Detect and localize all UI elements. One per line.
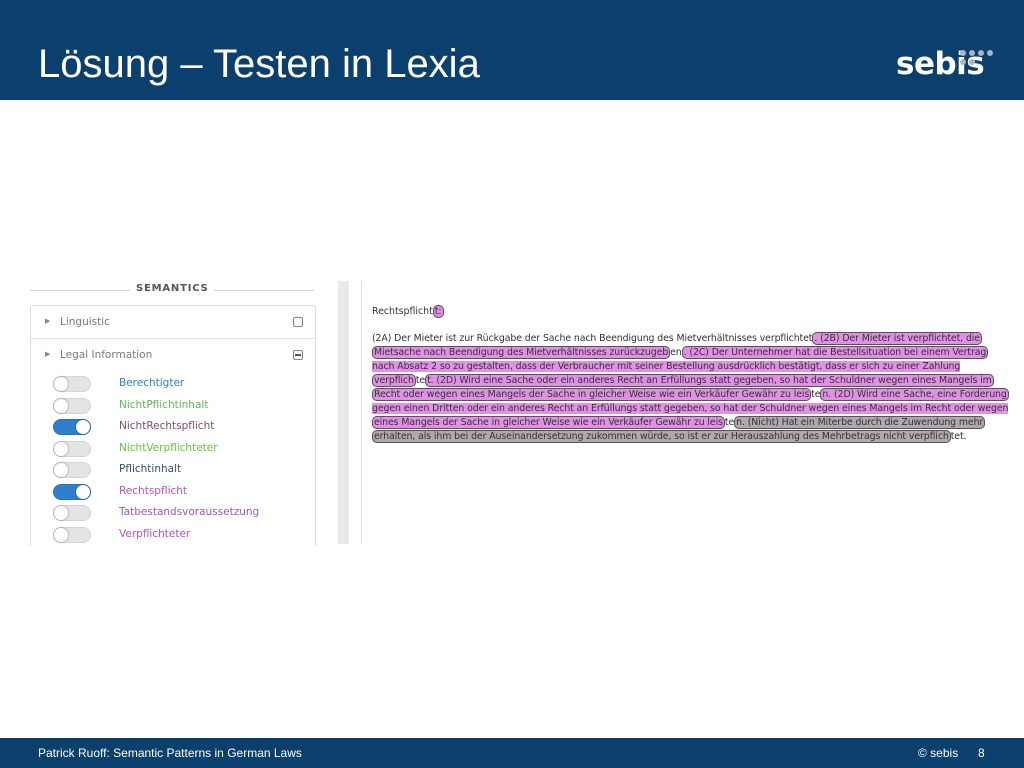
annotation-span[interactable]: . (2B) Der Mieter ist verpflichtet, die — [812, 332, 982, 345]
semantics-heading: SEMANTICS — [30, 283, 314, 297]
toggle-switch[interactable] — [53, 440, 91, 457]
annotation-span[interactable]: eines Mangels der Sache in gleicher Weis… — [372, 416, 725, 429]
toggle-switch[interactable] — [53, 483, 91, 500]
toggle-row: Rechtspflicht — [31, 482, 315, 503]
page-number: 8 — [978, 746, 985, 760]
semantics-title: SEMANTICS — [136, 283, 209, 294]
semantics-panel: ▶ Linguistic ▶ Legal Information Berecht… — [30, 305, 316, 546]
text-line: Mietsache nach Beendigung des Mietverhäl… — [372, 346, 989, 359]
text-line: (2A) Der Mieter ist zur Rückgabe der Sac… — [372, 332, 982, 345]
toggle-switch[interactable] — [53, 419, 91, 435]
text-segment: (2A) Der Mieter ist zur Rückgabe der Sac… — [372, 333, 813, 344]
text-line: verpflich te t. (2D) Wird eine Sache oder … — [372, 374, 994, 387]
toggle-switch[interactable] — [53, 505, 91, 521]
toggle-knob — [54, 377, 68, 391]
annotation-span[interactable]: t. (2D) Wird eine Sache oder ein anderes… — [425, 374, 994, 387]
toggle-switch[interactable] — [53, 376, 91, 392]
heading-divider-right — [214, 290, 314, 291]
section-label: Legal Information — [60, 349, 153, 361]
toggle-label: NichtVerpflichteter — [119, 441, 218, 454]
annotation-span[interactable]: gegen einen Dritten oder ein anderes Rec… — [372, 403, 1008, 414]
footer-author: Patrick Ruoff: Semantic Patterns in Germ… — [38, 746, 302, 760]
toggle-row: Verpflichteter — [31, 525, 315, 546]
heading-divider-left — [30, 290, 130, 291]
toggle-knob — [54, 441, 68, 456]
annotation-span[interactable]: nach Absatz 2 so zu gestalten, dass der … — [372, 361, 960, 372]
annotation-span[interactable]: verpflich — [372, 374, 416, 387]
section-legal-information[interactable]: ▶ Legal Information — [31, 339, 315, 371]
text-line: erhalten, als ihm bei der Auseinanderset… — [372, 430, 967, 443]
slide-title: Lösung – Testen in Lexia — [38, 42, 480, 86]
toggle-label: Pflichtinhalt — [119, 463, 182, 475]
toggle-row: Tatbestandsvoraussetzung — [31, 503, 315, 524]
toggle-switch[interactable] — [53, 462, 91, 478]
text-line: Recht oder wegen eines Mangels der Sache… — [372, 388, 1009, 401]
toggle-knob — [76, 484, 90, 499]
annotation-span[interactable]: Recht oder wegen eines Mangels der Sache… — [372, 388, 812, 401]
text-line: eines Mangels der Sache in gleicher Weis… — [372, 416, 986, 429]
annotation-span[interactable]: . (2C) Der Unternehmer hat die Bestellsi… — [681, 346, 989, 359]
section-label: Linguistic — [60, 316, 110, 328]
toggle-knob — [76, 420, 90, 434]
scrollbar-track[interactable] — [338, 281, 349, 544]
text-segment: te — [415, 375, 426, 386]
panel-divider — [361, 281, 362, 544]
text-line: nach Absatz 2 so zu gestalten, dass der … — [372, 361, 960, 372]
toggle-knob — [54, 463, 68, 477]
annotation-span[interactable]: n. (2D) Wird eine Sache, eine Forderung — [820, 388, 1009, 401]
toggle-switch[interactable] — [53, 526, 91, 543]
toggle-label: Rechtspflicht — [119, 484, 188, 497]
toggle-row: Berechtigter — [31, 374, 315, 395]
document-heading: Rechtspflicht t: — [372, 305, 444, 318]
text-segment: en — [670, 347, 682, 358]
caret-right-icon: ▶ — [45, 350, 51, 358]
toggle-row: NichtVerpflichteter — [31, 439, 315, 460]
slide-footer: Patrick Ruoff: Semantic Patterns in Germ… — [0, 738, 1024, 768]
toggle-switch[interactable] — [53, 397, 91, 414]
footer-copyright: © sebis — [918, 746, 959, 760]
annotation-span-nicht[interactable]: n. (Nicht) Hat ein Miterbe durch die Zuw… — [734, 416, 986, 429]
slide-header: Lösung – Testen in Lexia sebis — [0, 0, 1024, 100]
heading-text: Rechtspflicht — [372, 306, 433, 317]
toggle-row: NichtPflichtinhalt — [31, 396, 315, 417]
annotation-span-nicht[interactable]: erhalten, als ihm bei der Auseinanderset… — [372, 430, 951, 443]
toggle-knob — [54, 506, 68, 520]
toggle-label: NichtPflichtinhalt — [119, 398, 209, 411]
heading-tag[interactable]: t: — [432, 305, 444, 318]
text-segment: tet. — [950, 431, 967, 442]
annotation-span[interactable]: Mietsache nach Beendigung des Mietverhäl… — [372, 346, 671, 359]
toggle-knob — [54, 527, 68, 542]
toggle-row: NichtRechtspflicht — [31, 417, 315, 438]
toggle-label: Tatbestandsvoraussetzung — [119, 506, 260, 518]
toggle-knob — [54, 398, 68, 413]
toggle-label: Verpflichteter — [119, 527, 191, 540]
caret-right-icon: ▶ — [45, 317, 51, 325]
section-linguistic[interactable]: ▶ Linguistic — [31, 306, 315, 338]
text-line: gegen einen Dritten oder ein anderes Rec… — [372, 403, 1008, 414]
toggle-label: Berechtigter — [119, 377, 185, 389]
toggle-label: NichtRechtspflicht — [119, 420, 215, 432]
expand-checkbox-icon[interactable] — [293, 317, 303, 327]
logo-dots-icon — [960, 50, 1000, 66]
toggle-row: Pflichtinhalt — [31, 460, 315, 481]
text-segment: te — [724, 417, 735, 428]
collapse-checkbox-icon[interactable] — [293, 350, 303, 360]
